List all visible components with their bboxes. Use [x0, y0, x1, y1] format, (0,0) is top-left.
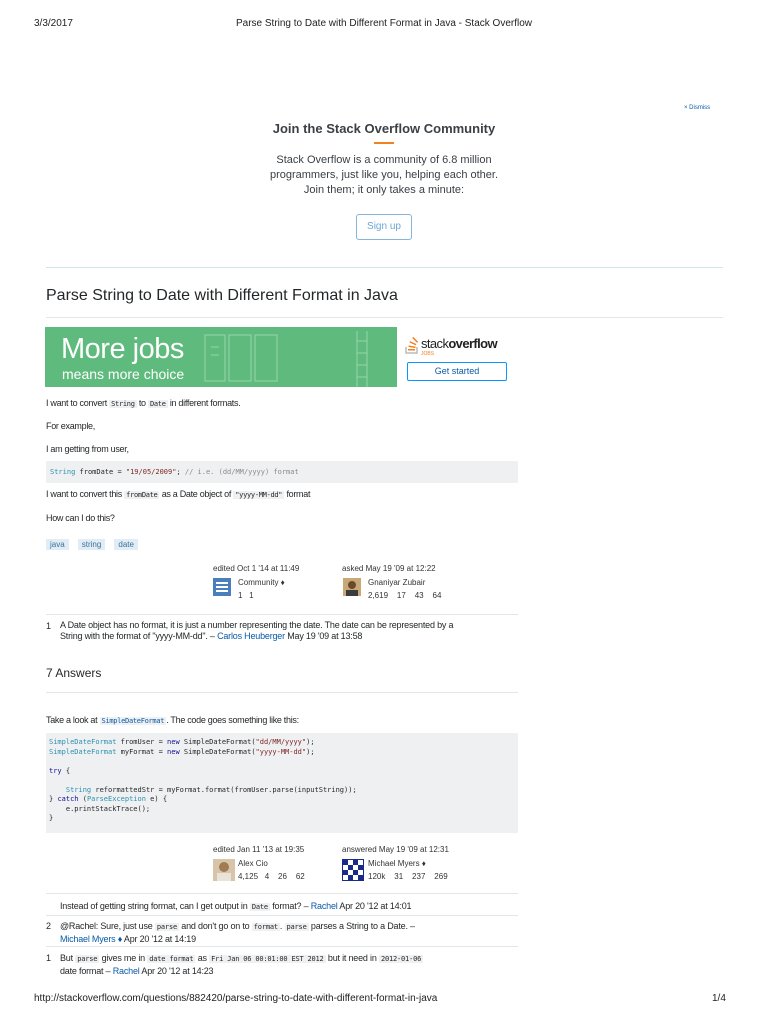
answer-comment-2: @Rachel: Sure, just use parse and don't … — [60, 921, 415, 944]
question-code-block: String fromDate = "19/05/2009"; // i.e. … — [46, 461, 518, 483]
answer-comment-1: Instead of getting string format, can I … — [60, 901, 412, 911]
community-user[interactable]: Community ♦ — [238, 578, 285, 587]
jobs-ad[interactable]: More jobs means more choice stackoverflo… — [45, 327, 518, 387]
print-url: http://stackoverflow.com/questions/88242… — [34, 993, 438, 1004]
answers-divider — [46, 692, 518, 693]
michael-myers-user[interactable]: Michael Myers ♦ — [368, 859, 426, 868]
michael-myers-avatar-icon — [343, 860, 363, 880]
alex-cio-avatar[interactable] — [213, 859, 235, 881]
comment-author-link[interactable]: Rachel — [113, 966, 140, 976]
code-line: } — [49, 814, 54, 822]
ad-subline: means more choice — [62, 366, 185, 382]
question-comment: A Date object has no format, it is just … — [60, 620, 454, 641]
ad-brand-sub: JOBS — [421, 351, 435, 357]
banner-heading: Join the Stack Overflow Community — [272, 121, 496, 136]
answer-comment-3-score: 1 — [46, 953, 51, 963]
question-edited-link[interactable]: edited Oct 1 '14 at 11:49 — [213, 564, 299, 573]
comment-divider — [46, 614, 518, 615]
comment-author-link[interactable]: Rachel — [311, 901, 338, 911]
tag-string[interactable]: string — [77, 539, 106, 550]
banner-body: Stack Overflow is a community of 6.8 mil… — [269, 154, 499, 196]
asker-avatar[interactable] — [343, 578, 361, 596]
ad-brand: stackoverflow — [421, 336, 498, 351]
banner-accent-bar — [374, 142, 394, 144]
signup-button[interactable]: Sign up — [356, 214, 412, 240]
answers-count: 7 Answers — [46, 666, 102, 680]
comment-author-link[interactable]: Carlos Heuberger — [217, 631, 285, 641]
alex-cio-user[interactable]: Alex Cio — [238, 859, 268, 868]
banner-divider — [46, 267, 723, 268]
michael-myers-avatar[interactable] — [342, 859, 364, 881]
code-line: SimpleDateFormat fromUser = new SimpleDa… — [49, 738, 315, 746]
title-divider — [46, 317, 723, 318]
answer-comments-divider — [46, 893, 518, 894]
code-line: e.printStackTrace(); — [49, 804, 151, 813]
ad-doors-illustration — [204, 331, 368, 387]
community-stats: 1 1 — [238, 591, 254, 600]
code-line: try { — [49, 766, 71, 775]
code-line: SimpleDateFormat myFormat = new SimpleDa… — [49, 747, 315, 756]
simpledateformat-link[interactable]: SimpleDateFormat — [99, 717, 167, 725]
answer-comment-3: But parse gives me in date format as Fri… — [60, 953, 424, 976]
alex-cio-stats: 4,125 4 26 62 — [238, 872, 305, 881]
comment-author-link[interactable]: Michael Myers ♦ — [60, 934, 122, 944]
michael-myers-stats: 120k 31 237 269 — [368, 872, 448, 881]
print-title: Parse String to Date with Different Form… — [235, 18, 533, 29]
question-comment-score: 1 — [46, 621, 51, 631]
ad-brand-panel: stackoverflow JOBS Get started — [397, 327, 518, 387]
dismiss-link[interactable]: × Dismiss — [684, 105, 710, 111]
question-para-2: For example, — [46, 421, 95, 431]
comment-divider — [46, 946, 518, 947]
community-icon — [216, 582, 228, 592]
answer-para-1: Take a look at SimpleDateFormat. The cod… — [46, 715, 299, 725]
asker-user[interactable]: Gnaniyar Zubair — [368, 578, 425, 587]
question-para-5: How can I do this? — [46, 513, 115, 523]
ad-headline: More jobs — [61, 333, 184, 365]
question-para-3: I am getting from user, — [46, 444, 129, 454]
asker-avatar-icon — [346, 581, 358, 596]
code-line: } catch (ParseException e) { — [49, 795, 168, 803]
question-title[interactable]: Parse String to Date with Different Form… — [46, 287, 398, 305]
stackoverflow-logo-icon — [405, 336, 419, 354]
tag-java[interactable]: java — [46, 539, 69, 550]
print-page-number: 1/4 — [712, 993, 726, 1004]
asker-stats: 2,619 17 43 64 — [368, 591, 442, 600]
tag-list: java string date — [46, 538, 138, 550]
answer-comment-2-score: 2 — [46, 921, 51, 931]
alex-cio-avatar-icon — [217, 862, 231, 881]
comment-divider — [46, 915, 518, 916]
community-avatar — [213, 578, 231, 596]
question-para-4: I want to convert this fromDate as a Dat… — [46, 489, 311, 499]
tag-date[interactable]: date — [114, 539, 138, 550]
answer-code-block: SimpleDateFormat fromUser = new SimpleDa… — [46, 733, 518, 833]
ad-get-started-button[interactable]: Get started — [407, 362, 507, 381]
question-para-1: I want to convert String to Date in diff… — [46, 398, 241, 408]
question-asked-time: asked May 19 '09 at 12:22 — [342, 564, 436, 573]
answer-answered-time: answered May 19 '09 at 12:31 — [342, 845, 449, 854]
code-line: String reformattedStr = myFormat.format(… — [65, 785, 357, 794]
answer-edited-link[interactable]: edited Jan 11 '13 at 19:35 — [213, 845, 304, 854]
